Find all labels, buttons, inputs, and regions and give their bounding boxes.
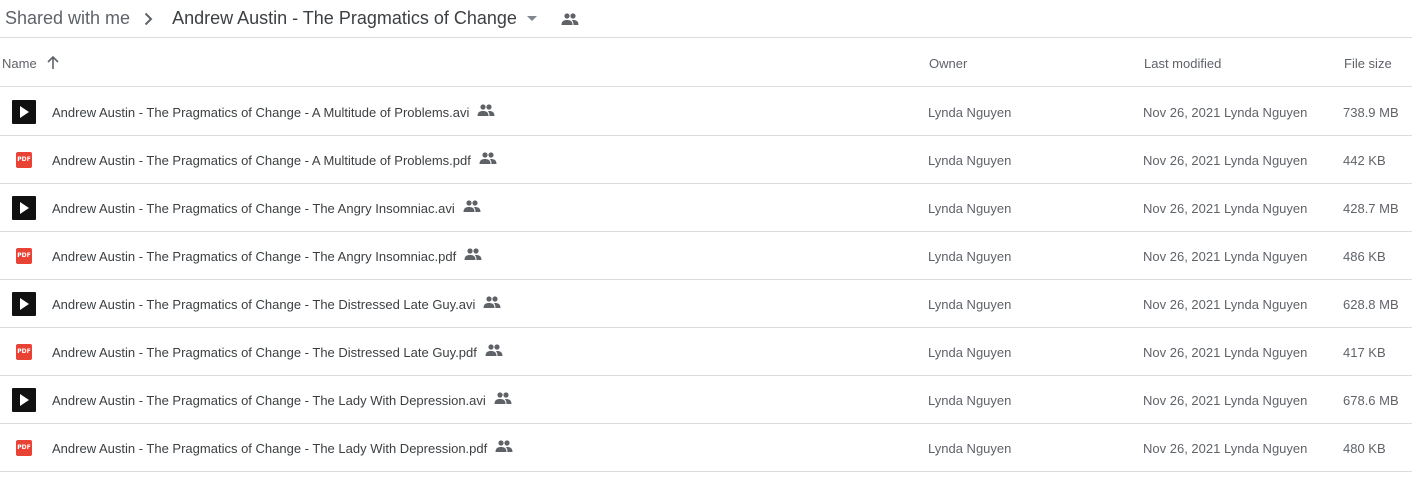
file-owner: Lynda Nguyen	[928, 248, 1012, 264]
file-size: 480 KB	[1343, 440, 1386, 456]
pdf-badge: PDF	[16, 344, 32, 360]
chevron-right-icon	[144, 12, 156, 26]
shared-people-icon	[483, 296, 501, 308]
file-size: 628.8 MB	[1343, 296, 1399, 312]
file-row[interactable]: Andrew Austin - The Pragmatics of Change…	[0, 376, 1412, 424]
file-row[interactable]: PDF Andrew Austin - The Pragmatics of Ch…	[0, 232, 1412, 280]
pdf-badge: PDF	[16, 440, 32, 456]
column-header-name[interactable]: Name	[2, 39, 59, 87]
file-size: 486 KB	[1343, 248, 1386, 264]
file-row[interactable]: Andrew Austin - The Pragmatics of Change…	[0, 184, 1412, 232]
play-thumbnail-icon	[12, 196, 36, 220]
file-row[interactable]: PDF Andrew Austin - The Pragmatics of Ch…	[0, 328, 1412, 376]
file-modified-by: Lynda Nguyen	[1224, 104, 1308, 120]
file-modified-date: Nov 26, 2021	[1143, 440, 1221, 456]
shared-people-icon	[464, 248, 482, 260]
file-size: 738.9 MB	[1343, 104, 1399, 120]
file-owner: Lynda Nguyen	[928, 200, 1012, 216]
file-name[interactable]: Andrew Austin - The Pragmatics of Change…	[52, 393, 486, 408]
file-owner: Lynda Nguyen	[928, 104, 1012, 120]
shared-people-icon	[494, 392, 512, 404]
play-thumbnail-icon	[12, 292, 36, 316]
file-list-header: Name Owner Last modified File size	[0, 39, 1412, 87]
file-size: 442 KB	[1343, 152, 1386, 168]
file-name[interactable]: Andrew Austin - The Pragmatics of Change…	[52, 201, 455, 216]
file-name-cell[interactable]: Andrew Austin - The Pragmatics of Change…	[52, 280, 501, 328]
video-file-icon	[12, 196, 36, 220]
shared-people-icon	[477, 104, 495, 116]
file-modified-date: Nov 26, 2021	[1143, 200, 1221, 216]
file-name[interactable]: Andrew Austin - The Pragmatics of Change…	[52, 441, 487, 456]
file-modified-date: Nov 26, 2021	[1143, 152, 1221, 168]
file-list: Andrew Austin - The Pragmatics of Change…	[0, 88, 1412, 472]
file-modified-by: Lynda Nguyen	[1224, 440, 1308, 456]
file-owner: Lynda Nguyen	[928, 392, 1012, 408]
file-name-cell[interactable]: Andrew Austin - The Pragmatics of Change…	[52, 184, 481, 232]
file-owner: Lynda Nguyen	[928, 296, 1012, 312]
file-name[interactable]: Andrew Austin - The Pragmatics of Change…	[52, 153, 471, 168]
file-row[interactable]: Andrew Austin - The Pragmatics of Change…	[0, 88, 1412, 136]
breadcrumb-shared-with-me[interactable]: Shared with me	[5, 8, 130, 29]
file-modified-date: Nov 26, 2021	[1143, 104, 1221, 120]
shared-people-icon	[485, 344, 503, 356]
file-name[interactable]: Andrew Austin - The Pragmatics of Change…	[52, 297, 475, 312]
file-name-cell[interactable]: Andrew Austin - The Pragmatics of Change…	[52, 136, 497, 184]
file-row[interactable]: PDF Andrew Austin - The Pragmatics of Ch…	[0, 424, 1412, 472]
file-modified-date: Nov 26, 2021	[1143, 344, 1221, 360]
file-name[interactable]: Andrew Austin - The Pragmatics of Change…	[52, 249, 456, 264]
column-header-file-size[interactable]: File size	[1344, 39, 1392, 87]
file-modified-by: Lynda Nguyen	[1224, 152, 1308, 168]
file-name-cell[interactable]: Andrew Austin - The Pragmatics of Change…	[52, 424, 513, 472]
column-header-owner[interactable]: Owner	[929, 39, 967, 87]
play-thumbnail-icon	[12, 100, 36, 124]
file-name[interactable]: Andrew Austin - The Pragmatics of Change…	[52, 345, 477, 360]
pdf-file-icon: PDF	[12, 340, 36, 364]
pdf-badge: PDF	[16, 152, 32, 168]
column-header-last-modified[interactable]: Last modified	[1144, 39, 1221, 87]
video-file-icon	[12, 388, 36, 412]
file-modified-date: Nov 26, 2021	[1143, 296, 1221, 312]
video-file-icon	[12, 292, 36, 316]
file-name-cell[interactable]: Andrew Austin - The Pragmatics of Change…	[52, 88, 495, 136]
file-name[interactable]: Andrew Austin - The Pragmatics of Change…	[52, 105, 469, 120]
shared-people-icon	[463, 200, 481, 212]
column-header-name-label[interactable]: Name	[2, 56, 37, 71]
video-file-icon	[12, 100, 36, 124]
caret-down-icon[interactable]	[526, 16, 537, 21]
file-owner: Lynda Nguyen	[928, 440, 1012, 456]
file-modified-by: Lynda Nguyen	[1224, 344, 1308, 360]
breadcrumb-current-folder[interactable]: Andrew Austin - The Pragmatics of Change	[172, 8, 517, 29]
breadcrumb: Shared with me Andrew Austin - The Pragm…	[0, 0, 1412, 38]
file-size: 428.7 MB	[1343, 200, 1399, 216]
file-modified-by: Lynda Nguyen	[1224, 248, 1308, 264]
shared-people-icon	[479, 152, 497, 164]
file-name-cell[interactable]: Andrew Austin - The Pragmatics of Change…	[52, 376, 512, 424]
file-name-cell[interactable]: Andrew Austin - The Pragmatics of Change…	[52, 328, 503, 376]
pdf-file-icon: PDF	[12, 148, 36, 172]
file-modified-by: Lynda Nguyen	[1224, 296, 1308, 312]
file-modified-by: Lynda Nguyen	[1224, 200, 1308, 216]
file-modified-by: Lynda Nguyen	[1224, 392, 1308, 408]
pdf-file-icon: PDF	[12, 436, 36, 460]
file-size: 417 KB	[1343, 344, 1386, 360]
play-thumbnail-icon	[12, 388, 36, 412]
people-icon	[561, 12, 579, 25]
shared-people-icon	[495, 440, 513, 452]
file-owner: Lynda Nguyen	[928, 344, 1012, 360]
file-modified-date: Nov 26, 2021	[1143, 392, 1221, 408]
pdf-file-icon: PDF	[12, 244, 36, 268]
file-size: 678.6 MB	[1343, 392, 1399, 408]
pdf-badge: PDF	[16, 248, 32, 264]
file-owner: Lynda Nguyen	[928, 152, 1012, 168]
file-row[interactable]: PDF Andrew Austin - The Pragmatics of Ch…	[0, 136, 1412, 184]
file-row[interactable]: Andrew Austin - The Pragmatics of Change…	[0, 280, 1412, 328]
file-modified-date: Nov 26, 2021	[1143, 248, 1221, 264]
file-name-cell[interactable]: Andrew Austin - The Pragmatics of Change…	[52, 232, 482, 280]
arrow-up-icon[interactable]	[47, 56, 59, 70]
